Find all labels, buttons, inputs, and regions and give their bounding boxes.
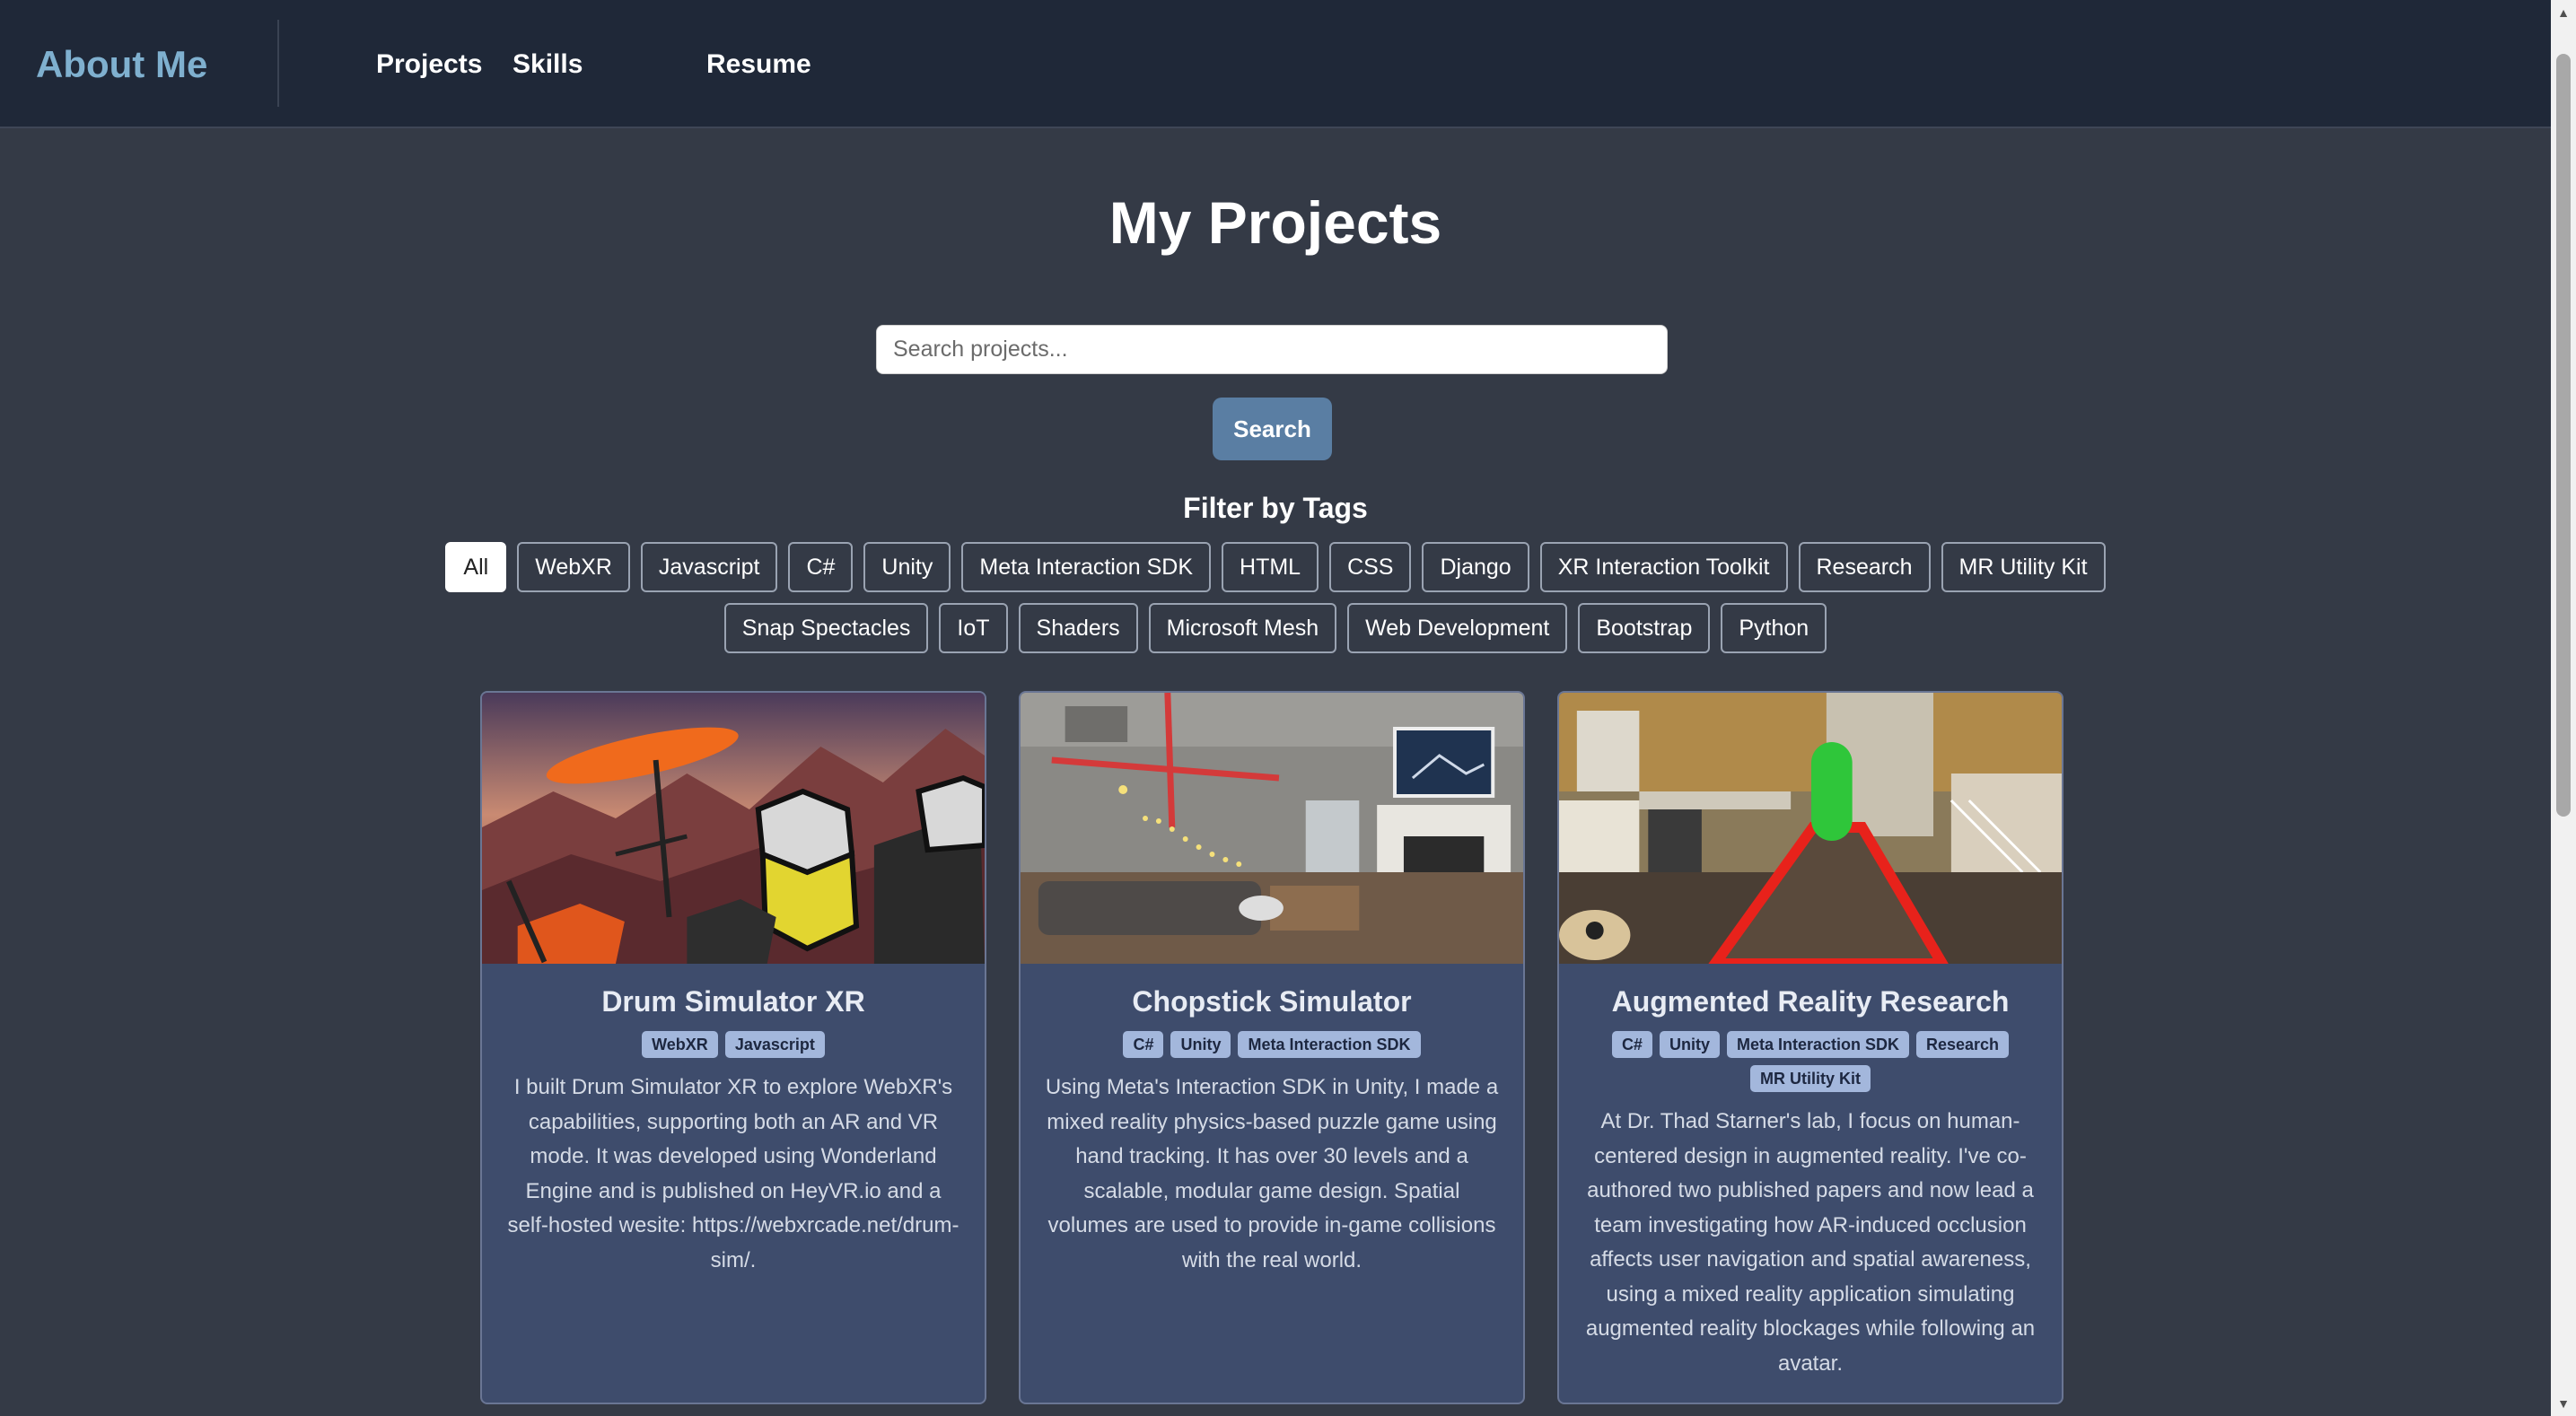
- project-tag-chip: C#: [1611, 1031, 1652, 1058]
- filter-tag-microsoft-mesh[interactable]: Microsoft Mesh: [1148, 603, 1337, 653]
- project-description: Using Meta's Interaction SDK in Unity, I…: [1045, 1075, 1499, 1272]
- project-card-drum-simulator[interactable]: Drum Simulator XR WebXR Javascript I bui…: [480, 691, 986, 1404]
- filter-tag-unity[interactable]: Unity: [863, 542, 951, 592]
- scroll-up-arrow-icon[interactable]: ▲: [2551, 0, 2576, 25]
- filter-tags-row-2: Snap Spectacles IoT Shaders Microsoft Me…: [0, 603, 2551, 653]
- filter-tag-shaders[interactable]: Shaders: [1018, 603, 1138, 653]
- filter-tag-snap-spectacles[interactable]: Snap Spectacles: [723, 603, 929, 653]
- ar-research-image: [1559, 693, 2062, 964]
- filter-title: Filter by Tags: [1183, 492, 1368, 524]
- project-tag-chip: Meta Interaction SDK: [1726, 1031, 1909, 1058]
- project-tag-chip: Unity: [1659, 1031, 1720, 1058]
- filter-tag-research[interactable]: Research: [1798, 542, 1931, 592]
- filter-tag-meta-interaction-sdk[interactable]: Meta Interaction SDK: [961, 542, 1212, 592]
- filter-tag-iot[interactable]: IoT: [939, 603, 1008, 653]
- filter-tag-mr-utility-kit[interactable]: MR Utility Kit: [1941, 542, 2106, 592]
- project-tags: WebXR Javascript: [509, 1031, 958, 1058]
- project-title: Drum Simulator XR: [601, 985, 865, 1018]
- filter-tag-css[interactable]: CSS: [1329, 542, 1412, 592]
- project-tags: C# Unity Meta Interaction SDK: [1047, 1031, 1496, 1058]
- project-tag-chip: Meta Interaction SDK: [1238, 1031, 1421, 1058]
- project-title: Augmented Reality Research: [1611, 985, 2010, 1018]
- project-tag-chip: Research: [1915, 1031, 2010, 1058]
- project-tag-chip: Javascript: [724, 1031, 825, 1058]
- search-button[interactable]: Search: [1213, 398, 1332, 460]
- drum-simulator-image: [482, 693, 985, 964]
- filter-tag-webxr[interactable]: WebXR: [517, 542, 630, 592]
- filter-tag-html[interactable]: HTML: [1222, 542, 1319, 592]
- filter-tag-csharp[interactable]: C#: [788, 542, 854, 592]
- project-card-ar-research[interactable]: Augmented Reality Research C# Unity Meta…: [1557, 691, 2063, 1404]
- brand-link[interactable]: About Me: [36, 0, 207, 128]
- project-description: I built Drum Simulator XR to explore Web…: [507, 1075, 959, 1272]
- nav-link-resume[interactable]: Resume: [706, 0, 811, 128]
- project-tags: C# Unity Meta Interaction SDK Research M…: [1586, 1031, 2035, 1092]
- scroll-down-arrow-icon[interactable]: ▼: [2551, 1391, 2576, 1416]
- scrollbar-thumb[interactable]: [2556, 54, 2571, 817]
- project-description: At Dr. Thad Starner's lab, I focus on hu…: [1585, 1109, 2036, 1376]
- search-input[interactable]: [876, 325, 1668, 374]
- filter-tag-xr-interaction-toolkit[interactable]: XR Interaction Toolkit: [1539, 542, 1788, 592]
- filter-tag-python[interactable]: Python: [1721, 603, 1827, 653]
- page-scrollbar[interactable]: ▲ ▼: [2551, 0, 2576, 1416]
- project-tag-chip: C#: [1123, 1031, 1164, 1058]
- nav-divider: [277, 20, 279, 107]
- project-tag-chip: WebXR: [642, 1031, 718, 1058]
- nav-link-skills[interactable]: Skills: [513, 0, 583, 128]
- filter-tag-web-development[interactable]: Web Development: [1347, 603, 1568, 653]
- project-tag-chip: MR Utility Kit: [1750, 1065, 1871, 1092]
- project-tag-chip: Unity: [1170, 1031, 1231, 1058]
- nav-link-projects[interactable]: Projects: [376, 0, 482, 128]
- filter-tag-javascript[interactable]: Javascript: [640, 542, 778, 592]
- filter-tags-row-1: All WebXR Javascript C# Unity Meta Inter…: [0, 542, 2551, 592]
- top-navbar: About Me Projects Skills Resume: [0, 0, 2551, 128]
- filter-tag-bootstrap[interactable]: Bootstrap: [1578, 603, 1711, 653]
- page-title: My Projects: [1108, 189, 1442, 256]
- filter-tag-django[interactable]: Django: [1422, 542, 1529, 592]
- project-title: Chopstick Simulator: [1132, 985, 1412, 1018]
- chopstick-simulator-image: [1021, 693, 1523, 964]
- project-card-chopstick-simulator[interactable]: Chopstick Simulator C# Unity Meta Intera…: [1019, 691, 1525, 1404]
- filter-tag-all[interactable]: All: [445, 542, 507, 592]
